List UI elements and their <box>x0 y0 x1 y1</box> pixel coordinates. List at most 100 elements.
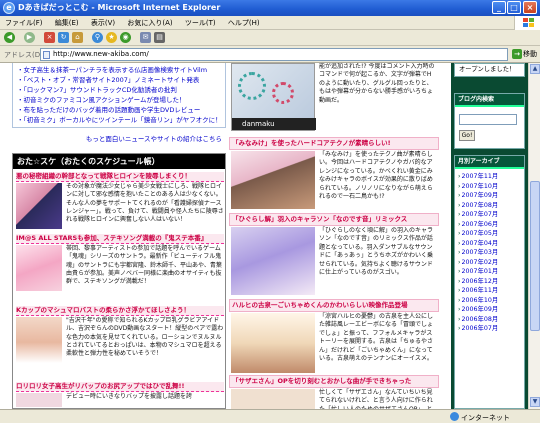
favorites-star-icon[interactable]: ★ <box>106 32 117 43</box>
schedule-entry: 悪の秘密組織の幹部となって戦隊ヒロインを陵辱しまくり！ その対象が魔法少女じゃら… <box>16 172 224 229</box>
article-title[interactable]: 「ひぐらし解」羽入のキャラソン「なのです音」リミックス <box>229 213 439 226</box>
archive-link[interactable]: 2006年08月 <box>455 315 524 325</box>
zone-label: インターネット <box>461 414 510 422</box>
archive-link[interactable]: 2007年06月 <box>455 220 524 230</box>
schedule-entry: ロリロリ女子高生がリバップのお尻アップではひで乱舞!! デビュー時にいきなりバッ… <box>16 382 224 407</box>
archive-link[interactable]: 2006年07月 <box>455 324 524 334</box>
archive-link[interactable]: 2006年09月 <box>455 305 524 315</box>
archive-link[interactable]: 2006年11月 <box>455 286 524 296</box>
news-link[interactable]: ・女子高生＆抹茶一パンチラを表示する仏店画像検索サイトVilm <box>17 65 221 75</box>
maximize-button[interactable]: □ <box>507 1 521 14</box>
close-button[interactable]: × <box>523 1 537 14</box>
stop-icon[interactable]: × <box>44 32 55 43</box>
archive-link[interactable]: 2007年11月 <box>455 172 524 182</box>
search-title: ブログ内検索 <box>455 94 524 107</box>
go-label: 移動 <box>523 50 537 58</box>
archive-link[interactable]: 2007年02月 <box>455 258 524 268</box>
search-icon[interactable]: ⚲ <box>92 32 103 43</box>
address-label: アドレス(D) <box>4 51 43 59</box>
news-link[interactable]: ・「初音ミク」ボーカルやにツインテール「鏡音リン」がヤフオクに！ <box>17 115 221 125</box>
entry-text: "吉沢千年"の愛称で知られるKカップ巨乳グラビアアイドル、吉沢ぞらんのDVD動画… <box>66 317 224 358</box>
article-text: 「みなみけ」を使ったテクノ曲が素晴らしい。今回はハードコアテクノやガバ的なアレン… <box>319 151 433 201</box>
danmaku-text: 能が追加された!? 今度はコメント入力時のコマンドで何が起こるか、文字が弾幕でH… <box>319 63 435 104</box>
danmaku-thumbnail[interactable]: danmaku <box>231 63 316 131</box>
refresh-icon[interactable]: ↻ <box>58 32 69 43</box>
menu-edit[interactable]: 編集(E) <box>50 16 84 30</box>
minimize-button[interactable]: _ <box>492 1 506 14</box>
blog-search-button[interactable]: Go! <box>459 130 475 141</box>
security-zone: インターネット <box>450 412 510 423</box>
article-thumbnail[interactable] <box>231 389 315 409</box>
window-title: Dあきばだっとこむ - Microsoft Internet Explorer <box>18 3 221 12</box>
menu-bar: ファイル(F) 編集(E) 表示(V) お気に入り(A) ツール(T) ヘルプ(… <box>0 16 540 30</box>
archive-link[interactable]: 2006年10月 <box>455 296 524 306</box>
go-button[interactable]: → 移動 <box>512 49 537 59</box>
entry-thumbnail[interactable] <box>16 245 62 291</box>
entry-thumbnail[interactable] <box>16 393 62 407</box>
scroll-down-icon[interactable]: ▼ <box>530 397 540 407</box>
address-input[interactable]: http://www.new-akiba.com/ <box>40 48 508 61</box>
scrollbar-thumb[interactable] <box>530 181 540 331</box>
schedule-box: おた☆スケ（おたくのスケジュール帳） 悪の秘密組織の幹部となって戦隊ヒロインを陵… <box>12 153 226 409</box>
right-sidebar: オープンしました！ ブログ内検索 Go! 月別アーカイブ 2007年11月 20… <box>451 63 528 409</box>
article-text: 「ひぐらしのなく頃に解」の羽入のキャラソン「なのです音」のリミックス作品が話題と… <box>319 227 434 277</box>
schedule-entry: Kカップのマシュマロバストの柔らかさ浮かてほしさよう！ "吉沢千年"の愛称で知ら… <box>16 306 224 363</box>
blog-search-input[interactable] <box>459 114 517 125</box>
left-column: ・女子高生＆抹茶一パンチラを表示する仏店画像検索サイトVilm ・「ベスト・オブ… <box>12 63 226 409</box>
article-thumbnail[interactable] <box>231 227 315 295</box>
media-icon[interactable]: ◉ <box>120 32 131 43</box>
windows-logo-icon <box>514 16 540 30</box>
archive-link[interactable]: 2007年10月 <box>455 182 524 192</box>
archive-link[interactable]: 2007年03月 <box>455 248 524 258</box>
article-thumbnail[interactable] <box>231 313 315 373</box>
go-arrow-icon: → <box>512 49 522 59</box>
print-icon[interactable]: ▤ <box>154 32 165 43</box>
menu-view[interactable]: 表示(V) <box>86 16 120 30</box>
news-link[interactable]: ・「ロックマン7」サウンドトラックCD化勧誘者の批判 <box>17 85 221 95</box>
article-title[interactable]: ハルヒの古泉一ごいちゃめくんのかわいらしい映像作品登場 <box>229 299 439 312</box>
entry-title[interactable]: IM@S ALL STARSも参加、ステキソング満載の『鬼ステ本番』 <box>16 234 224 244</box>
toolbar: ◀ ▶ × ↻ ⌂ ⚲ ★ ◉ ✉ ▤ <box>0 30 540 46</box>
article-entry: ハルヒの古泉一ごいちゃめくんのかわいらしい映像作品登場 「涼宮ハルヒの憂鬱」の古… <box>229 299 439 373</box>
vertical-scrollbar[interactable]: ▲ ▼ <box>528 63 540 409</box>
ie-icon: e <box>3 2 15 14</box>
entry-title[interactable]: Kカップのマシュマロバストの柔らかさ浮かてほしさよう！ <box>16 306 224 316</box>
open-notice: オープンしました！ <box>454 63 525 77</box>
schedule-title: おた☆スケ（おたくのスケジュール帳） <box>13 154 225 169</box>
entry-title[interactable]: 悪の秘密組織の幹部となって戦隊ヒロインを陵辱しまくり！ <box>16 172 224 182</box>
archive-link[interactable]: 2007年08月 <box>455 201 524 211</box>
monthly-archive-box: 月別アーカイブ 2007年11月 2007年10月 2007年09月 2007年… <box>454 155 525 409</box>
menu-tools[interactable]: ツール(T) <box>180 16 221 30</box>
archive-link[interactable]: 2007年04月 <box>455 239 524 249</box>
article-entry: 「みなみけ」を使ったハードコアテクノが素晴らしい! 「みなみけ」を使ったテクノ曲… <box>229 137 439 209</box>
news-link[interactable]: ・布を貼っただけのバッグ着用の話題動画や学生DVDレビュー <box>17 105 221 115</box>
archive-link[interactable]: 2007年01月 <box>455 267 524 277</box>
entry-thumbnail[interactable] <box>16 317 62 363</box>
news-link[interactable]: ・「ベスト・オブ・常習者サイト2007」ノミネートサイト発表 <box>17 75 221 85</box>
back-arrow-icon[interactable]: ◀ <box>4 32 15 43</box>
article-title[interactable]: 「サザエさん」OPを切り刻むとおかしな曲が手できちゃった <box>229 375 439 388</box>
article-entry: 「サザエさん」OPを切り刻むとおかしな曲が手できちゃった 忙しくて「サザエさん」… <box>229 375 439 409</box>
more-news-link[interactable]: もっと面白いニュースやサイトの紹介はこちら <box>12 133 226 143</box>
status-bar: インターネット <box>0 409 540 423</box>
archive-link[interactable]: 2007年05月 <box>455 229 524 239</box>
danmaku-label: danmaku <box>232 118 316 130</box>
entry-text: 帯回、黎事アーティストの参加で話題を呼んでいるゲーム「鬼魂」シリーズのサントラ。… <box>66 245 222 286</box>
scroll-up-icon[interactable]: ▲ <box>530 64 540 74</box>
menu-favorites[interactable]: お気に入り(A) <box>122 16 177 30</box>
menu-help[interactable]: ヘルプ(H) <box>223 16 265 30</box>
menu-file[interactable]: ファイル(F) <box>0 16 48 30</box>
article-title[interactable]: 「みなみけ」を使ったハードコアテクノが素晴らしい! <box>229 137 439 150</box>
entry-thumbnail[interactable] <box>16 183 62 229</box>
archive-link[interactable]: 2007年09月 <box>455 191 524 201</box>
archive-list: 2007年11月 2007年10月 2007年09月 2007年08月 2007… <box>455 169 524 334</box>
home-icon[interactable]: ⌂ <box>72 32 83 43</box>
mail-icon[interactable]: ✉ <box>140 32 151 43</box>
news-link[interactable]: ・初音ミクのファミコン風アクションゲームが登場した！ <box>17 95 221 105</box>
archive-link[interactable]: 2007年07月 <box>455 210 524 220</box>
archive-link[interactable]: 2006年12月 <box>455 277 524 287</box>
address-bar: アドレス(D) http://www.new-akiba.com/ → 移動 <box>0 46 540 63</box>
article-thumbnail[interactable] <box>231 151 315 209</box>
entry-title[interactable]: ロリロリ女子高生がリバップのお尻アップではひで乱舞!! <box>16 382 224 392</box>
forward-arrow-icon[interactable]: ▶ <box>24 32 35 43</box>
